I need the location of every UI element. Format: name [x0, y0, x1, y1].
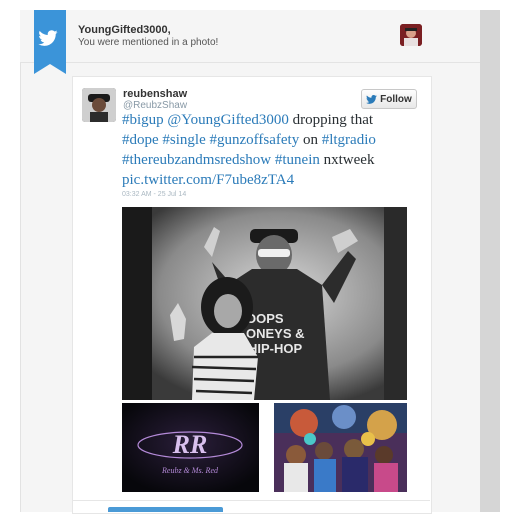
logo-letters: RR — [172, 430, 208, 459]
hashtag-single[interactable]: #single — [162, 132, 205, 148]
notification-message: You were mentioned in a photo! — [78, 37, 219, 48]
card-divider — [72, 500, 430, 501]
logo-caption: Reubz & Ms. Red — [161, 466, 219, 475]
photo-duo-image: OOPS ONEYS & HIP-HOP — [122, 207, 407, 400]
main-photo[interactable]: OOPS ONEYS & HIP-HOP — [122, 207, 407, 400]
hashtag-bigup[interactable]: #bigup — [122, 112, 164, 128]
tweet-text-segment: dropping that — [288, 112, 374, 128]
hashtag-thereubzandmsredshow[interactable]: #thereubzandmsredshow — [122, 152, 271, 168]
rr-logo-image: RR Reubz & Ms. Red — [122, 403, 259, 492]
tweet-text: #bigup @YoungGifted3000 dropping that #d… — [122, 110, 422, 190]
tweet-timestamp[interactable]: 03:32 AM - 25 Jul 14 — [122, 191, 186, 198]
author-avatar[interactable] — [82, 88, 116, 122]
tweet-text-segment: on — [299, 132, 322, 148]
tweet-line-4: pic.twitter.com/F7ube8zTA4 — [122, 170, 422, 190]
author-name[interactable]: reubenshaw — [123, 88, 187, 100]
shirt-text-line-2: ONEYS & — [246, 326, 305, 341]
group-photo[interactable] — [274, 403, 407, 492]
notification-username[interactable]: YoungGifted3000, — [78, 24, 171, 36]
follow-label: Follow — [380, 93, 412, 105]
twitter-ribbon-icon — [34, 10, 66, 74]
tweet-line-3: #thereubzandmsredshow #tunein nxtweek — [122, 150, 422, 170]
author-avatar-icon — [82, 88, 116, 122]
hashtag-ltgradio[interactable]: #ltgradio — [322, 132, 376, 148]
mention-younggifted3000[interactable]: @YoungGifted3000 — [167, 112, 288, 128]
tweet-line-2: #dope #single #gunzoffsafety on #ltgradi… — [122, 130, 422, 150]
group-collage-image — [274, 403, 407, 492]
tweet-text-segment: nxtweek — [319, 152, 375, 168]
recipient-avatar[interactable] — [400, 24, 422, 46]
pic-link[interactable]: pic.twitter.com/F7ube8zTA4 — [122, 172, 294, 188]
recipient-avatar-icon — [400, 24, 422, 46]
hashtag-tunein[interactable]: #tunein — [275, 152, 320, 168]
scrollbar-track[interactable] — [480, 10, 500, 512]
tweet-line-1: #bigup @YoungGifted3000 dropping that — [122, 110, 422, 130]
action-button-partial[interactable] — [108, 507, 223, 512]
hashtag-dope[interactable]: #dope — [122, 132, 159, 148]
twitter-bird-icon — [366, 94, 378, 104]
logo-photo[interactable]: RR Reubz & Ms. Red — [122, 403, 259, 492]
follow-button[interactable]: Follow — [361, 89, 417, 109]
shirt-text-line-3: HIP-HOP — [248, 341, 303, 356]
hashtag-gunzoffsafety[interactable]: #gunzoffsafety — [210, 132, 300, 148]
